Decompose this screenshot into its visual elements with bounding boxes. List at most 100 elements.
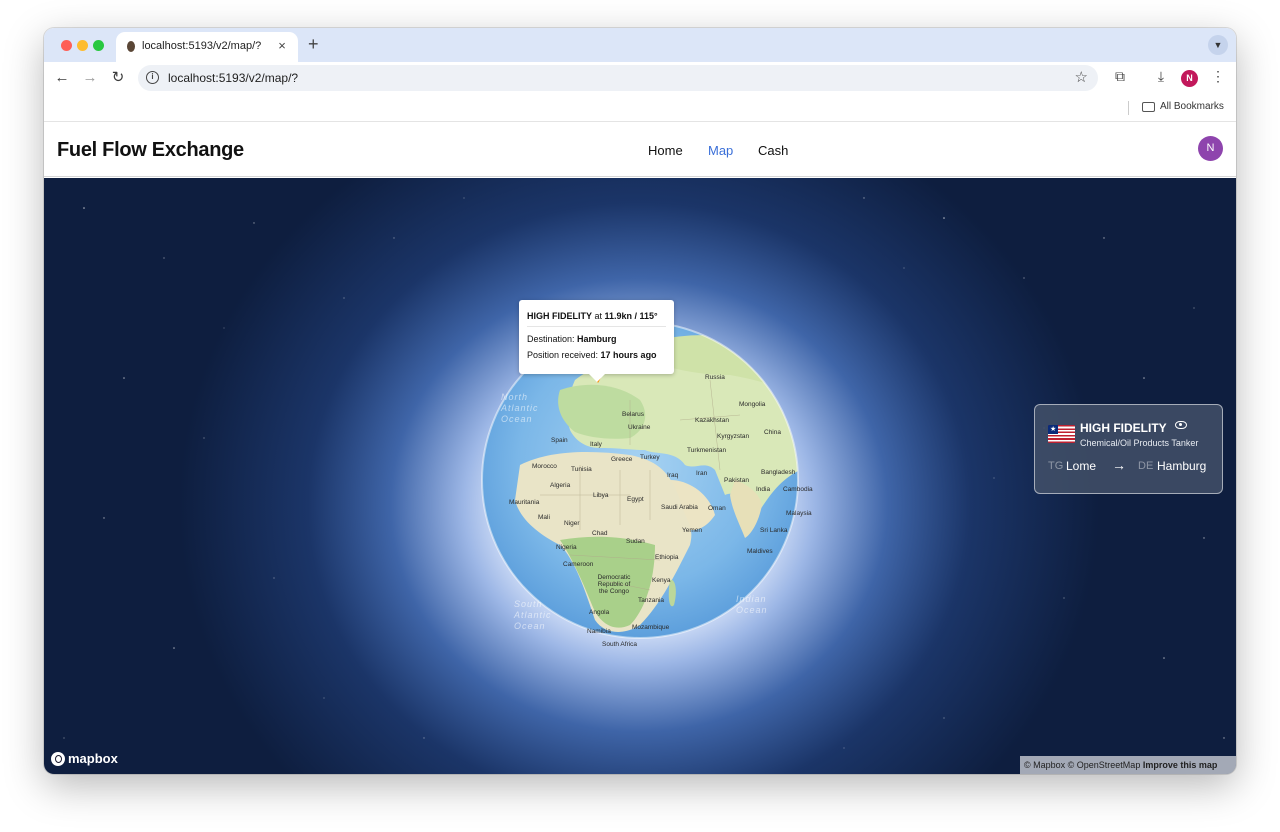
popup-destination-label: Destination: [527,334,578,344]
map-label: Angola [589,609,610,616]
map-label: Maldives [747,548,773,555]
tab-title: localhost:5193/v2/map/? [142,40,262,52]
minimize-window-button[interactable] [77,40,88,51]
download-icon[interactable]: ⤓ [1151,68,1171,85]
map-label: Tunisia [571,466,592,473]
map-label: Nigeria [556,544,577,551]
map-label: Chad [592,530,608,537]
map-label: Greece [611,456,633,463]
map-label: South Africa [602,641,638,648]
origin-port: Lome [1066,459,1097,473]
new-tab-button[interactable]: + [308,35,319,53]
popup-divider [527,326,666,327]
vessel-card[interactable]: ★ HIGH FIDELITY Chemical/Oil Products Ta… [1034,404,1223,494]
liberia-flag-icon: ★ [1048,425,1075,443]
forward-arrow-icon[interactable]: → [79,67,101,89]
browser-tab[interactable]: localhost:5193/v2/map/? × [116,32,298,62]
map-label: Egypt [627,496,644,503]
map-label: Italy [590,441,602,448]
map-label: Turkey [640,454,660,461]
browser-toolbar: ← → ↻ i localhost:5193/v2/map/? ☆ ⧉ ⤓ N … [44,62,1236,94]
tab-search-icon[interactable]: ▼ [1208,35,1228,55]
browser-window: localhost:5193/v2/map/? × + ▼ ← → ↻ i lo… [44,28,1236,774]
map-label: India [756,486,771,493]
vessel-name: HIGH FIDELITY [1080,421,1167,435]
map-label: China [764,429,781,436]
browser-profile-avatar[interactable]: N [1181,70,1198,87]
more-menu-icon[interactable]: ⋮ [1208,68,1228,85]
map-label: Mongolia [739,401,766,408]
eye-icon[interactable] [1175,421,1187,429]
popup-at: at [592,311,605,321]
popup-position-value: 17 hours ago [600,350,657,360]
close-window-button[interactable] [61,40,72,51]
extensions-icon[interactable]: ⧉ [1110,68,1130,85]
map-label: Kenya [652,577,671,584]
map-label: Turkmenistan [687,447,727,454]
popup-speed-course: 11.9kn / 115° [604,311,658,321]
ocean-label: North Atlantic Ocean [501,392,539,424]
destination-country-code: DE [1138,460,1154,472]
map-label: Oman [708,505,726,512]
map-label: Malaysia [786,510,812,517]
ocean-label: South Atlantic Ocean [514,599,552,631]
map-label: Ethiopia [655,554,679,561]
popup-destination-value: Hamburg [577,334,617,344]
bookmarks-bar: All Bookmarks [44,94,1236,122]
popup-vessel-name: HIGH FIDELITY [527,311,592,321]
map-label: Namibia [587,628,611,635]
popup-destination: Destination: Hamburg [527,334,617,344]
map-label: Kazakhstan [695,417,729,424]
back-arrow-icon[interactable]: ← [51,67,73,89]
map-label: Libya [593,492,609,499]
map-label: Iran [696,470,708,477]
folder-icon[interactable] [1142,102,1155,112]
favicon-icon [127,41,135,52]
address-bar[interactable]: i localhost:5193/v2/map/? ☆ [138,65,1098,91]
map-label: Mozambique [632,624,670,631]
map-label: Morocco [532,463,557,470]
reload-icon[interactable]: ↻ [107,67,129,89]
nav-home[interactable]: Home [648,143,683,158]
destination-port: Hamburg [1157,459,1207,473]
bookmarks-divider [1128,101,1129,115]
all-bookmarks-link[interactable]: All Bookmarks [1160,101,1224,112]
maximize-window-button[interactable] [93,40,104,51]
popup-header: HIGH FIDELITY at 11.9kn / 115° [527,311,658,321]
url-text[interactable]: localhost:5193/v2/map/? [168,71,298,85]
map-label: Ukraine [628,424,651,431]
map-label: Mali [538,514,550,521]
map-label: Iraq [667,472,679,479]
vessel-popup: HIGH FIDELITY at 11.9kn / 115° Destinati… [519,300,674,382]
app-brand[interactable]: Fuel Flow Exchange [57,139,244,162]
route-arrow-icon: → [1112,457,1126,473]
user-avatar[interactable]: N [1198,136,1223,161]
map-label: Tanzania [638,597,665,604]
mapbox-icon [51,752,65,766]
tab-strip: localhost:5193/v2/map/? × + ▼ [44,28,1236,62]
popup-position: Position received: 17 hours ago [527,350,657,360]
map-label: Sudan [626,538,645,545]
map-label: Sri Lanka [760,527,788,534]
map-label: Mauritania [509,499,540,506]
app-header: Fuel Flow Exchange Home Map Cash N [44,123,1236,177]
nav-map[interactable]: Map [708,143,733,158]
improve-map-link[interactable]: Improve this map [1143,760,1218,770]
map-label: Saudi Arabia [661,504,698,511]
map-label: Bangladesh [761,469,796,476]
attribution-text[interactable]: © Mapbox © OpenStreetMap [1024,760,1143,770]
tab-close-icon[interactable]: × [274,38,290,54]
map-label: Belarus [622,411,645,418]
site-info-icon[interactable]: i [146,71,159,84]
nav-cash[interactable]: Cash [758,143,788,158]
map-label: Yemen [682,527,702,534]
map-label: Cameroon [563,561,594,568]
map-attribution: © Mapbox © OpenStreetMap Improve this ma… [1020,756,1236,774]
map-label: Russia [705,374,725,381]
bookmark-star-icon[interactable]: ☆ [1075,68,1088,86]
map-canvas[interactable]: Russia Mongolia Belarus Ukraine Kazakhst… [44,178,1236,774]
map-label: Democratic Republic of the Congo [597,574,631,595]
map-label: Cambodia [783,486,813,493]
popup-position-label: Position received: [527,350,601,360]
mapbox-logo-text: mapbox [68,751,118,766]
